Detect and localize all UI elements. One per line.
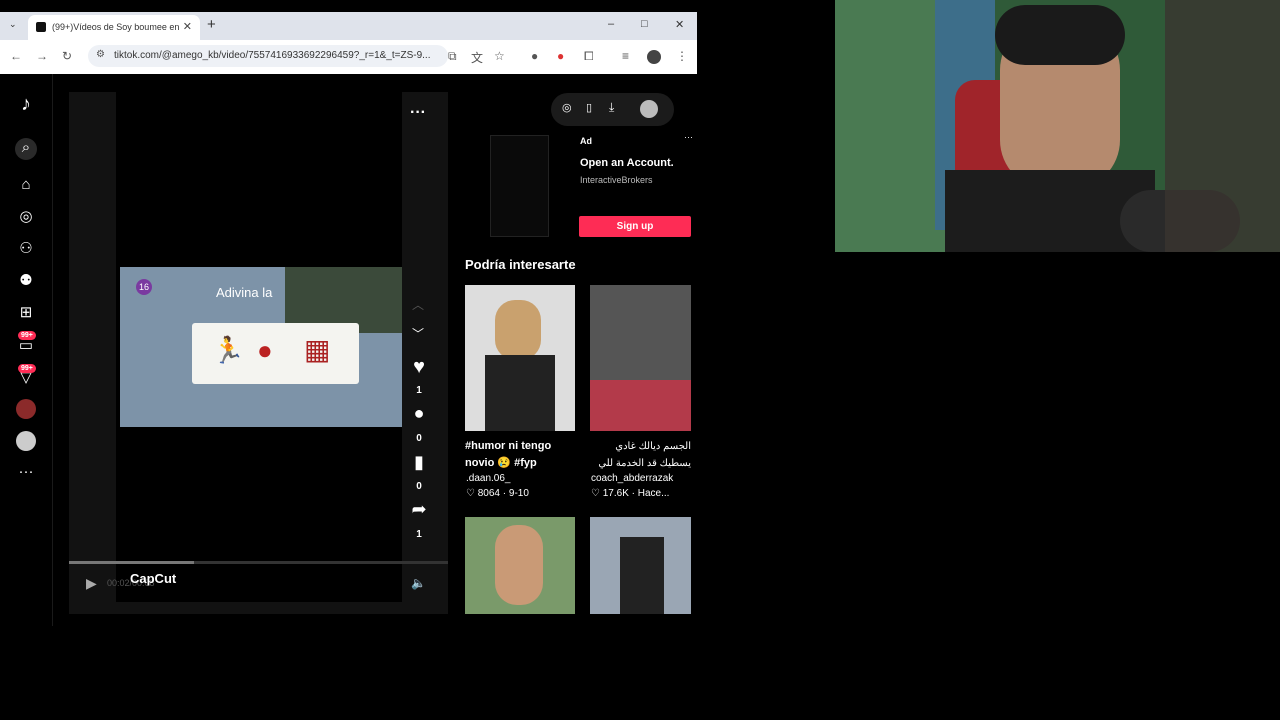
profile-avatar[interactable] [647, 50, 661, 64]
video-frame: 16 Adivina la 🏃 ● ▦ [120, 267, 402, 427]
video-more-button[interactable]: ··· [410, 104, 426, 122]
ad-brand: InteractiveBrokers [580, 175, 653, 185]
comment-icon[interactable]: ● [407, 403, 431, 424]
share-icon[interactable]: ➦ [407, 499, 431, 520]
bookmark-star-icon[interactable]: ☆ [494, 49, 505, 63]
play-icon[interactable]: ▶ [86, 575, 97, 592]
gym-floor [590, 380, 691, 431]
site-info-icon[interactable]: ⚙ [96, 49, 105, 60]
person-silhouette [620, 537, 664, 614]
like-count: 1 [416, 385, 422, 396]
url-field[interactable]: ⚙ tiktok.com/@amego_kb/video/75574169336… [88, 45, 448, 67]
extensions-puzzle-icon[interactable]: ⧠ [584, 49, 594, 64]
tiktok-favicon-icon [36, 22, 46, 32]
person-figure [495, 300, 541, 360]
inbox-badge: 99+ [18, 331, 36, 340]
bookmark-icon[interactable]: ▮ [407, 452, 431, 473]
tab-search-icon[interactable]: ⌄ [9, 19, 17, 30]
face-figure [495, 525, 543, 605]
progress-bar[interactable] [69, 561, 448, 564]
suggestion-thumb-2[interactable] [590, 285, 691, 431]
progress-fill [69, 561, 195, 564]
reload-icon[interactable]: ↻ [62, 49, 72, 63]
more-icon[interactable]: ··· [16, 462, 36, 482]
user-avatar[interactable] [640, 100, 658, 118]
suggestion-thumb-3[interactable] [465, 517, 575, 614]
boxing-glove-icon: ● [257, 335, 273, 365]
install-icon[interactable]: ⧉ [448, 49, 457, 64]
activity-badge: 99+ [18, 364, 36, 373]
translate-icon[interactable]: 文 [471, 49, 483, 66]
suggestion-thumb-1[interactable] [465, 285, 575, 431]
live-avatar[interactable] [16, 399, 36, 419]
suggestion-stats-1: ♡ 8064 · 9-10 [466, 488, 529, 499]
maximize-button[interactable]: □ [641, 18, 648, 30]
suggestion-author-2[interactable]: coach_abderrazak [591, 473, 673, 484]
profile-icon[interactable] [16, 431, 36, 451]
device-icon[interactable]: ▯ [586, 101, 592, 114]
ad-label: Ad [580, 136, 592, 146]
close-window-button[interactable]: ✕ [675, 18, 684, 31]
friends-icon[interactable]: ⚉ [16, 271, 36, 291]
media-icon[interactable]: ≡ [622, 49, 629, 63]
runner-icon: 🏃 [212, 335, 245, 365]
video-overlay-text: Adivina la [216, 285, 273, 300]
comment-count: 0 [416, 433, 422, 444]
new-tab-button[interactable]: + [207, 16, 216, 33]
share-count: 1 [416, 529, 422, 540]
tab-bar: ⌄ (99+)Vídeos de Soy boumee en ✕ + – □ ✕ [0, 12, 697, 40]
capcut-watermark: CapCut [130, 571, 177, 586]
ad-more-button[interactable]: ··· [684, 132, 693, 142]
suggestion-author-1[interactable]: .daan.06_ [466, 473, 511, 484]
like-icon[interactable]: ♥ [407, 356, 431, 379]
suggestion-thumb-4[interactable] [590, 517, 691, 614]
browser-tab[interactable]: (99+)Vídeos de Soy boumee en ✕ [28, 15, 200, 40]
following-icon[interactable]: ⚇ [16, 239, 36, 259]
url-text: tiktok.com/@amego_kb/video/7557416933692… [114, 50, 431, 61]
prev-video-icon[interactable]: ︿ [412, 296, 424, 313]
menu-icon[interactable]: ⋮ [676, 49, 688, 63]
suggestion-title-1[interactable]: #humor ni tengo novio 😢 #fyp [465, 438, 575, 472]
search-icon[interactable]: ⌕ [15, 138, 37, 160]
tab-close-icon[interactable]: ✕ [183, 20, 192, 33]
extension-icon[interactable]: ● [531, 49, 538, 63]
home-icon[interactable]: ⌂ [16, 175, 36, 195]
ring-icon: ▦ [304, 334, 331, 365]
ad-thumbnail[interactable] [490, 135, 549, 237]
discover-icon[interactable]: ◎ [562, 101, 572, 114]
back-icon[interactable]: ← [10, 49, 22, 63]
sign-up-button[interactable]: Sign up [579, 216, 691, 237]
explore-icon[interactable]: ◎ [16, 207, 36, 227]
suggestions-heading: Podría interesarte [465, 257, 576, 272]
volume-icon[interactable]: 🔈 [411, 576, 426, 590]
minimize-button[interactable]: – [608, 18, 614, 30]
download-icon[interactable]: ⤓ [609, 100, 614, 115]
sidebar-divider [52, 74, 53, 626]
tiktok-logo-icon[interactable]: ♪ [16, 94, 36, 114]
suggestion-stats-2: ♡ 17.6K · Hace... [591, 488, 670, 499]
forward-icon[interactable]: → [36, 49, 48, 63]
ad-title: Open an Account. [580, 157, 674, 169]
next-video-icon[interactable]: ﹀ [412, 325, 424, 342]
adblock-icon[interactable]: ● [557, 49, 564, 63]
wardrobe-right [1165, 0, 1280, 252]
address-bar-row: ← → ↻ ⚙ tiktok.com/@amego_kb/video/75574… [0, 40, 697, 75]
streamer-hair [995, 5, 1125, 65]
top-actions-pill: ◎ ▯ ⤓ [551, 93, 674, 126]
webcam-feed [835, 0, 1280, 252]
suggestion-title-2[interactable]: الجسم ديالك غادي يسطيك قد الخدمة للي درت… [590, 438, 691, 472]
person-body [485, 355, 555, 431]
save-count: 0 [416, 481, 422, 492]
tab-title: (99+)Vídeos de Soy boumee en [52, 22, 180, 32]
video-badge: 16 [136, 279, 152, 295]
quiz-card: 🏃 ● ▦ [192, 323, 359, 384]
upload-icon[interactable]: ⊞ [16, 303, 36, 323]
